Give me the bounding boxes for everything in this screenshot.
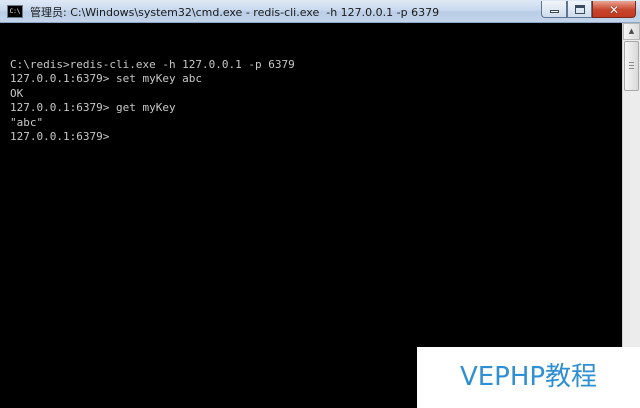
window-title: 管理员: C:\Windows\system32\cmd.exe - redis… (30, 6, 440, 19)
title-bar[interactable]: C:\ 管理员: C:\Windows\system32\cmd.exe - r… (0, 0, 640, 23)
console-line: 127.0.0.1:6379> get myKey (10, 101, 176, 114)
minimize-icon (550, 10, 559, 13)
close-icon: ✕ (608, 3, 620, 17)
console-line: "abc" (10, 115, 44, 129)
grip-line (629, 62, 634, 63)
close-button[interactable]: ✕ (592, 1, 636, 18)
console-app-icon[interactable]: C:\ (7, 5, 23, 18)
arrow-up-icon: ▲ (628, 27, 635, 35)
grip-line (629, 65, 634, 66)
console-line: C:\redis>redis-cli.exe -h 127.0.0.1 -p 6… (10, 57, 295, 71)
console-line: 127.0.0.1:6379> (10, 130, 110, 143)
scroll-thumb[interactable] (624, 41, 639, 91)
scroll-up-button[interactable]: ▲ (623, 23, 640, 40)
watermark-logo: VEPHP教程 (417, 347, 640, 408)
maximize-icon (575, 5, 585, 14)
grip-line (629, 68, 634, 69)
minimize-button[interactable] (541, 1, 567, 18)
maximize-button[interactable] (567, 1, 592, 18)
console-line: OK (10, 86, 24, 100)
console-line: 127.0.0.1:6379> set myKey abc (10, 72, 203, 85)
cmd-window: C:\ 管理员: C:\Windows\system32\cmd.exe - r… (0, 0, 640, 408)
